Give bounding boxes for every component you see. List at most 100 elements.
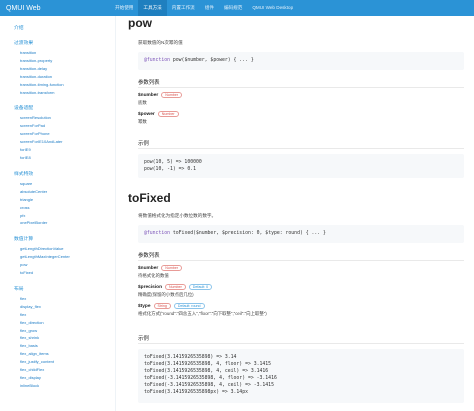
tofixed-signature: @function toFixed($number, $precision: 0… [138,225,464,243]
signature-body: toFixed($number, $precision: 0, $type: r… [170,231,326,236]
divider [138,148,464,149]
sidebar-group-title[interactable]: 设备适配 [14,104,115,111]
param-default-badge: Default: round [173,303,205,309]
sidebar-group-title[interactable]: 布局 [14,285,115,292]
sidebar-link[interactable]: pow [0,261,115,269]
sidebar-link[interactable]: getLengthDirectionValue [0,245,115,253]
param-header: $type String Default: round [138,303,458,309]
sidebar-link[interactable]: flex_basis [0,342,115,350]
nav-item[interactable]: 编码规范 [219,0,247,16]
nav-item[interactable]: 工具方法 [138,0,167,16]
sidebar-link[interactable]: flex [0,295,115,303]
tofixed-example-code: toFixed(3.1415926535898) => 3.14 toFixed(… [138,349,464,403]
sidebar-link[interactable]: screenForPhone [0,130,115,138]
tofixed-description: 将数值格式化为指定小数位数的数字。 [138,213,217,218]
brand-logo[interactable]: QMUI Web [0,5,110,12]
sidebar-link[interactable]: onePixelBorder [0,219,115,227]
param-type-badge: Number [161,265,183,271]
code-line: pow(10, -1) => 0.1 [144,167,196,172]
param-header: $precision Number Default: 0 [138,284,458,290]
tofixed-params-heading: 参数列表 [138,253,160,259]
pow-example-heading: 示例 [138,141,149,147]
nav-item[interactable]: 组件 [200,0,219,16]
param-name: $number [138,92,159,98]
sidebar-link[interactable]: transition-property [0,57,115,65]
sidebar-link[interactable]: absoluteCenter [0,188,115,196]
param-item: $power Number 幂数 [138,111,458,125]
main-content: pow 获取数值的N次幂的值 @function pow($number, $p… [127,16,465,411]
param-type-badge: Number [165,284,186,290]
sidebar-link[interactable]: inlineBlock [0,382,115,390]
param-name: $precision [138,284,162,290]
signature-body: pow($number, $power) { ... } [170,58,254,63]
code-line: toFixed(-3.1415926535898, 4, ceil) => -3… [144,383,274,388]
signature-keyword: @function [144,58,170,63]
param-type-badge: String [153,303,171,309]
param-header: $power Number [138,111,458,117]
divider [138,260,464,261]
param-default-badge: Default: 0 [188,284,213,290]
param-name: $number [138,265,159,271]
sidebar-link[interactable]: flex [0,311,115,319]
param-item: $number Number 底数 [138,92,458,106]
sidebar-link[interactable]: toFixed [0,269,115,277]
top-nav-bar: QMUI Web 开始使用 工具方法 内置工作流 组件 编码规范 QMUI Web Des… [0,0,474,16]
sidebar-link[interactable]: transition [0,49,115,57]
sidebar-group-title[interactable]: 样式特效 [14,170,115,177]
sidebar-link[interactable]: transition-transform [0,89,115,97]
sidebar-link[interactable]: flex_display [0,374,115,382]
param-description: 待格式化的数值 [138,273,169,278]
pow-signature: @function pow($number, $power) { ... } [138,52,464,70]
code-line: toFixed(3.1415926535898px) => 3.14px [144,390,248,395]
param-type-badge: Number [161,92,183,98]
code-line: toFixed(3.1415926535898, 4, floor) => 3.… [144,362,272,367]
sidebar-link[interactable]: flex_align_items [0,350,115,358]
code-line: toFixed(-3.1415926535898, 4, floor) => -… [144,376,277,381]
sidebar-link[interactable]: screenForPad [0,122,115,130]
sidebar-link[interactable]: triangle [0,196,115,204]
param-item: $type String Default: round 格式化方式("round":"… [138,303,458,317]
sidebar-link[interactable]: cross [0,204,115,212]
param-description: 格式化方式("round":"四舍五入","floor":"向下取整","cei… [138,311,267,316]
sidebar-link[interactable]: flex_childFlex [0,366,115,374]
divider [138,343,464,344]
sidebar-link[interactable]: flex_shrink [0,334,115,342]
sidebar-link[interactable]: screenResolution [0,114,115,122]
sidebar-link[interactable]: forIE9 [0,146,115,154]
param-description: 幂数 [138,119,147,124]
sidebar-link[interactable]: getLengthMaxIntegerCenter [0,253,115,261]
tofixed-params: $number Number 待格式化的数值 $precision Number Defa… [138,265,458,322]
nav-item[interactable]: 内置工作流 [167,0,200,16]
sidebar-link[interactable]: display_flex [0,303,115,311]
param-description: 底数 [138,100,147,105]
sidebar-link[interactable]: pfx [0,212,115,220]
sidebar-group-title[interactable]: 过渡效果 [14,39,115,46]
sidebar-link[interactable]: flex_grow [0,327,115,335]
param-header: $number Number [138,265,458,271]
sidebar-link[interactable]: screenForIE10AndLater [0,138,115,146]
sidebar-link[interactable]: transition-duration [0,73,115,81]
sidebar-group-title[interactable]: 介绍 [14,24,115,31]
param-name: $power [138,111,155,117]
code-line: toFixed(3.1415926535898, 4, ceil) => 3.1… [144,369,269,374]
sidebar-link[interactable]: square [0,180,115,188]
sidebar-link[interactable]: transition-delay [0,65,115,73]
section-title-pow: pow [128,16,152,30]
signature-keyword: @function [144,231,170,236]
sidebar-link[interactable]: flex_justify_content [0,358,115,366]
nav-item[interactable]: 开始使用 [110,0,138,16]
sidebar-link[interactable]: flex_direction [0,319,115,327]
pow-params: $number Number 底数 $power Number 幂数 [138,92,458,130]
sidebar-link[interactable]: forIE8 [0,154,115,162]
divider [138,87,464,88]
nav-item[interactable]: QMUI Web Desktop [247,0,298,16]
param-item: $number Number 待格式化的数值 [138,265,458,279]
sidebar-group-title[interactable]: 数值计算 [14,235,115,242]
sidebar-link[interactable]: transition-timing-function [0,81,115,89]
pow-description: 获取数值的N次幂的值 [138,40,183,45]
code-line: pow(10, 5) => 100000 [144,160,202,165]
param-item: $precision Number Default: 0 精确度(保留的小数点后几位) [138,284,458,298]
tofixed-example-heading: 示例 [138,336,149,342]
pow-params-heading: 参数列表 [138,80,160,86]
section-title-tofixed: toFixed [128,191,171,205]
